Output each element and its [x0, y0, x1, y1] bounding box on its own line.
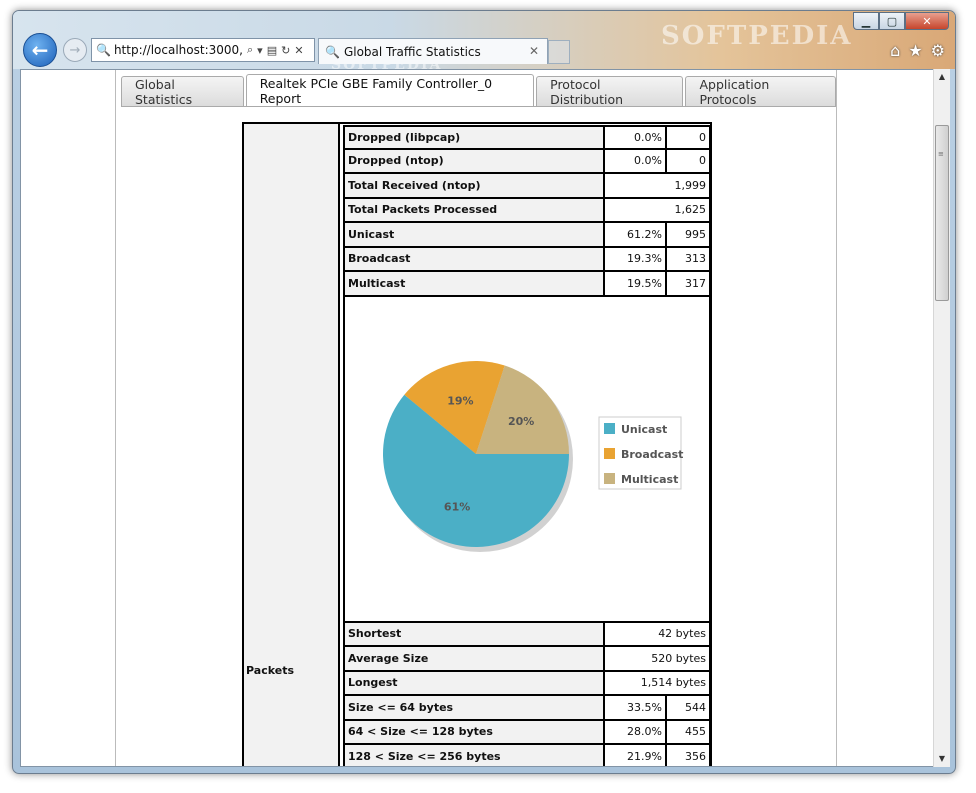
tab-title: Global Traffic Statistics: [343, 44, 481, 59]
search-icon: 🔍: [96, 43, 111, 57]
tab-interface-report[interactable]: Realtek PCIe GBE Family Controller_0 Rep…: [245, 74, 535, 106]
legend-label-multicast: Multicast: [621, 473, 678, 486]
section-label: Packets: [246, 664, 294, 677]
table-row: Shortest 42 bytes: [343, 622, 711, 647]
scroll-up-icon[interactable]: ▲: [934, 69, 950, 85]
table-row: Total Packets Processed 1,625: [343, 198, 711, 223]
browser-tab[interactable]: 🔍 Global Traffic Statistics ✕: [318, 38, 548, 64]
page-tabs: Global Statistics Realtek PCIe GBE Famil…: [121, 74, 836, 107]
tab-protocol-distribution[interactable]: Protocol Distribution: [536, 76, 684, 107]
legend-swatch-unicast: [604, 422, 615, 434]
tab-search-icon: 🔍: [325, 44, 340, 59]
caption-buttons: ▁ ▢ ✕: [853, 12, 949, 30]
table-row: Longest 1,514 bytes: [343, 671, 711, 696]
table-row: Multicast 19.5% 317: [343, 272, 711, 297]
address-search-icon[interactable]: ⌕: [247, 43, 253, 57]
stats-inner: Dropped (libpcap) 0.0% 0 Dropped (ntop) …: [343, 125, 711, 766]
table-row: Dropped (ntop) 0.0% 0: [343, 149, 711, 174]
legend-label-unicast: Unicast: [621, 423, 667, 436]
table-row: Broadcast 19.3% 313: [343, 247, 711, 272]
gear-icon[interactable]: ⚙: [931, 41, 945, 60]
close-button[interactable]: ✕: [905, 12, 949, 30]
tab-application-protocols[interactable]: Application Protocols: [685, 76, 836, 107]
legend-swatch-multicast: [604, 472, 615, 484]
toolbar-icons: ⌂ ★ ⚙: [890, 41, 945, 60]
back-button[interactable]: ←: [23, 33, 57, 67]
pie-label-broadcast: 19%: [447, 394, 473, 407]
section-column: Packets: [244, 124, 340, 766]
back-arrow-icon: ←: [31, 38, 49, 62]
pie-label-unicast: 61%: [444, 500, 470, 513]
pie-chart: 61% 19% 20% Unicast Broadcast Multicast: [383, 360, 683, 552]
scroll-grip-icon: ≡: [938, 150, 944, 158]
tab-global-statistics[interactable]: Global Statistics: [121, 76, 244, 107]
title-bar: SOFTPEDIA SOFTPEDIA ▁ ▢ ✕ ← → 🔍 http://l…: [13, 11, 955, 73]
tabs-divider: [121, 106, 836, 107]
stop-icon[interactable]: ✕: [294, 44, 303, 57]
address-url: http://localhost:3000,: [113, 43, 243, 57]
compat-icon[interactable]: ▤: [267, 44, 277, 57]
forward-button[interactable]: →: [63, 38, 87, 62]
refresh-icon[interactable]: ↻: [281, 44, 290, 57]
pie-chart-cell: 61% 19% 20% Unicast Broadcast Multicast: [343, 296, 711, 623]
table-row: Total Received (ntop) 1,999: [343, 174, 711, 199]
star-icon[interactable]: ★: [908, 41, 922, 60]
tab-close-icon[interactable]: ✕: [529, 44, 539, 58]
vertical-scrollbar[interactable]: ▲ ≡ ▼: [933, 69, 950, 767]
dropdown-icon[interactable]: ▾: [257, 44, 263, 57]
table-row: Average Size 520 bytes: [343, 647, 711, 672]
table-row: Size <= 64 bytes 33.5% 544: [343, 696, 711, 721]
browser-window: SOFTPEDIA SOFTPEDIA ▁ ▢ ✕ ← → 🔍 http://l…: [12, 10, 956, 774]
new-tab-button[interactable]: [548, 40, 570, 64]
table-row: 64 < Size <= 128 bytes 28.0% 455: [343, 720, 711, 745]
legend-swatch-broadcast: [604, 447, 615, 459]
maximize-button[interactable]: ▢: [879, 12, 905, 30]
watermark: SOFTPEDIA: [661, 21, 853, 51]
home-icon[interactable]: ⌂: [890, 41, 900, 60]
legend-label-broadcast: Broadcast: [621, 448, 683, 461]
scroll-down-icon[interactable]: ▼: [934, 751, 950, 767]
page-content: Global Statistics Realtek PCIe GBE Famil…: [20, 69, 941, 767]
chart-legend: Unicast Broadcast Multicast: [598, 416, 683, 489]
stats-table: Packets Dropped (libpcap) 0.0% 0 Dropped…: [242, 122, 712, 766]
table-row: 128 < Size <= 256 bytes 21.9% 356: [343, 745, 711, 766]
table-row: Unicast 61.2% 995: [343, 223, 711, 248]
report-panel: Global Statistics Realtek PCIe GBE Famil…: [115, 70, 837, 766]
forward-arrow-icon: →: [69, 42, 81, 58]
pie-label-multicast: 20%: [508, 415, 534, 428]
minimize-button[interactable]: ▁: [853, 12, 879, 30]
address-bar[interactable]: 🔍 http://localhost:3000, ⌕ ▾ ▤ ↻ ✕: [91, 38, 315, 62]
table-row: Dropped (libpcap) 0.0% 0: [343, 125, 711, 150]
